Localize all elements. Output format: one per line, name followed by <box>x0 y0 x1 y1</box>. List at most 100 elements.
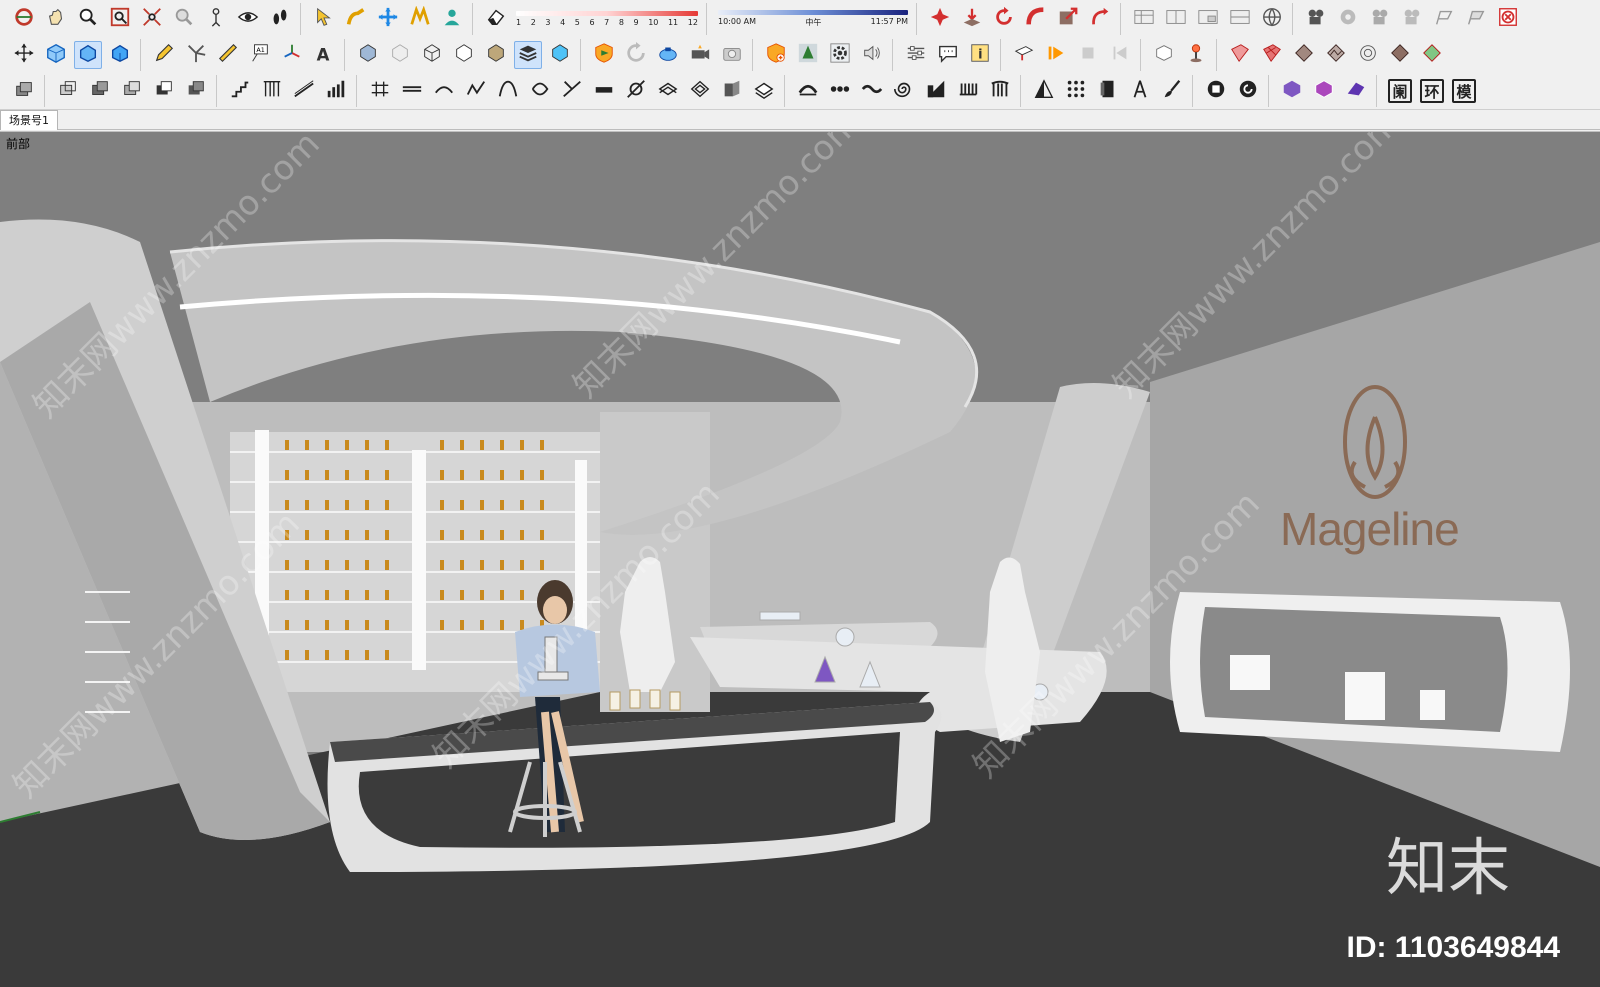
style-hidden-button[interactable] <box>450 41 478 69</box>
curve-button[interactable] <box>1086 5 1114 33</box>
material-3-button[interactable] <box>1290 41 1318 69</box>
fog-scale-slider[interactable]: 1 2 3 4 5 6 7 8 9 10 11 12 <box>516 4 698 34</box>
union-button[interactable] <box>118 77 146 105</box>
curve-tool-10-button[interactable] <box>654 77 682 105</box>
style-textured-button[interactable] <box>514 41 542 69</box>
animation-4-button[interactable] <box>1398 5 1426 33</box>
curve-tool-5-button[interactable] <box>494 77 522 105</box>
shadow-time-slider[interactable]: 10:00 AM 中午 11:57 PM <box>718 4 908 34</box>
color-2-button[interactable] <box>1310 77 1338 105</box>
info-button[interactable]: i <box>966 41 994 69</box>
camera-path-button[interactable] <box>1302 5 1330 33</box>
vegetation-button[interactable] <box>794 41 822 69</box>
array-2-button[interactable] <box>1062 77 1090 105</box>
scene-2-button[interactable] <box>1234 77 1262 105</box>
material-2-button[interactable] <box>1258 41 1286 69</box>
layout-view-1-button[interactable] <box>1130 5 1158 33</box>
subtract-button[interactable] <box>150 77 178 105</box>
tape-measure-button[interactable] <box>406 5 434 33</box>
perspective-view-button[interactable] <box>74 41 102 69</box>
profile-6-button[interactable] <box>954 77 982 105</box>
follow-me-button[interactable] <box>342 5 370 33</box>
style-backedges-button[interactable] <box>386 41 414 69</box>
comment-button[interactable] <box>934 41 962 69</box>
walk-button[interactable] <box>266 5 294 33</box>
outer-shell-button[interactable] <box>54 77 82 105</box>
component-1-button[interactable] <box>10 77 38 105</box>
curve-tool-3-button[interactable] <box>430 77 458 105</box>
drop-button[interactable] <box>958 5 986 33</box>
curve-tool-1-button[interactable] <box>366 77 394 105</box>
zoom-tool-button[interactable] <box>74 5 102 33</box>
pan-tool-button[interactable] <box>42 5 70 33</box>
array-3-button[interactable] <box>1094 77 1122 105</box>
pin-button[interactable] <box>1182 41 1210 69</box>
material-7-button[interactable] <box>1418 41 1446 69</box>
ramp-button[interactable] <box>290 77 318 105</box>
two-point-view-button[interactable] <box>106 41 134 69</box>
iso-view-button[interactable] <box>42 41 70 69</box>
zoom-extents-button[interactable] <box>138 5 166 33</box>
layout-view-4-button[interactable] <box>1226 5 1254 33</box>
scatter-button[interactable] <box>926 5 954 33</box>
profile-1-button[interactable] <box>794 77 822 105</box>
scene-1-button[interactable] <box>1202 77 1230 105</box>
bars-button[interactable] <box>322 77 350 105</box>
material-editor-button[interactable] <box>762 41 790 69</box>
3d-viewport[interactable]: 前部 Mageline 知末网www.znzmo.com 知末网www.znzm… <box>0 131 1600 987</box>
animation-5-button[interactable] <box>1430 5 1458 33</box>
profile-7-button[interactable] <box>986 77 1014 105</box>
panel-1-button[interactable]: 阑 <box>1386 77 1414 105</box>
layout-view-3-button[interactable] <box>1194 5 1222 33</box>
animation-2-button[interactable] <box>1334 5 1362 33</box>
previous-view-button[interactable] <box>170 5 198 33</box>
rewind-button[interactable] <box>1106 41 1134 69</box>
color-1-button[interactable] <box>1278 77 1306 105</box>
snapshot-button[interactable] <box>718 41 746 69</box>
geo-location-button[interactable] <box>1258 5 1286 33</box>
curve-tool-6-button[interactable] <box>526 77 554 105</box>
profile-4-button[interactable] <box>890 77 918 105</box>
scale-button[interactable] <box>1054 5 1082 33</box>
profile-5-button[interactable] <box>922 77 950 105</box>
settings-button[interactable] <box>826 41 854 69</box>
sandbox-button[interactable] <box>1150 41 1178 69</box>
panel-3-button[interactable]: 模 <box>1450 77 1478 105</box>
rotate-button[interactable] <box>990 5 1018 33</box>
curve-tool-12-button[interactable] <box>718 77 746 105</box>
animation-6-button[interactable] <box>1462 5 1490 33</box>
style-wireframe-button[interactable] <box>418 41 446 69</box>
array-4-button[interactable] <box>1126 77 1154 105</box>
layout-view-2-button[interactable] <box>1162 5 1190 33</box>
play-button[interactable] <box>1042 41 1070 69</box>
style-shaded-button[interactable] <box>482 41 510 69</box>
animation-3-button[interactable] <box>1366 5 1394 33</box>
material-5-button[interactable] <box>1354 41 1382 69</box>
style-xray-button[interactable] <box>354 41 382 69</box>
color-3-button[interactable] <box>1342 77 1370 105</box>
curve-tool-13-button[interactable] <box>750 77 778 105</box>
close-animation-button[interactable] <box>1494 5 1522 33</box>
line-tool-button[interactable] <box>150 41 178 69</box>
array-5-button[interactable] <box>1158 77 1186 105</box>
material-6-button[interactable] <box>1386 41 1414 69</box>
curve-tool-8-button[interactable] <box>590 77 618 105</box>
section-plane-button[interactable] <box>1010 41 1038 69</box>
stairs-button[interactable] <box>226 77 254 105</box>
options-button[interactable] <box>902 41 930 69</box>
curve-tool-4-button[interactable] <box>462 77 490 105</box>
explode-button[interactable] <box>182 41 210 69</box>
style-monochrome-button[interactable] <box>546 41 574 69</box>
intersect-button[interactable] <box>86 77 114 105</box>
render-button[interactable] <box>590 41 618 69</box>
array-1-button[interactable] <box>1030 77 1058 105</box>
profile-3-button[interactable] <box>858 77 886 105</box>
3d-text-button[interactable]: A <box>310 41 338 69</box>
text-tool-button[interactable]: A1 <box>246 41 274 69</box>
look-around-button[interactable] <box>234 5 262 33</box>
material-4-button[interactable] <box>1322 41 1350 69</box>
trim-button[interactable] <box>182 77 210 105</box>
axes-tool-button[interactable] <box>278 41 306 69</box>
stop-button[interactable] <box>1074 41 1102 69</box>
scene-tab-1[interactable]: 场景号1 <box>0 110 58 130</box>
